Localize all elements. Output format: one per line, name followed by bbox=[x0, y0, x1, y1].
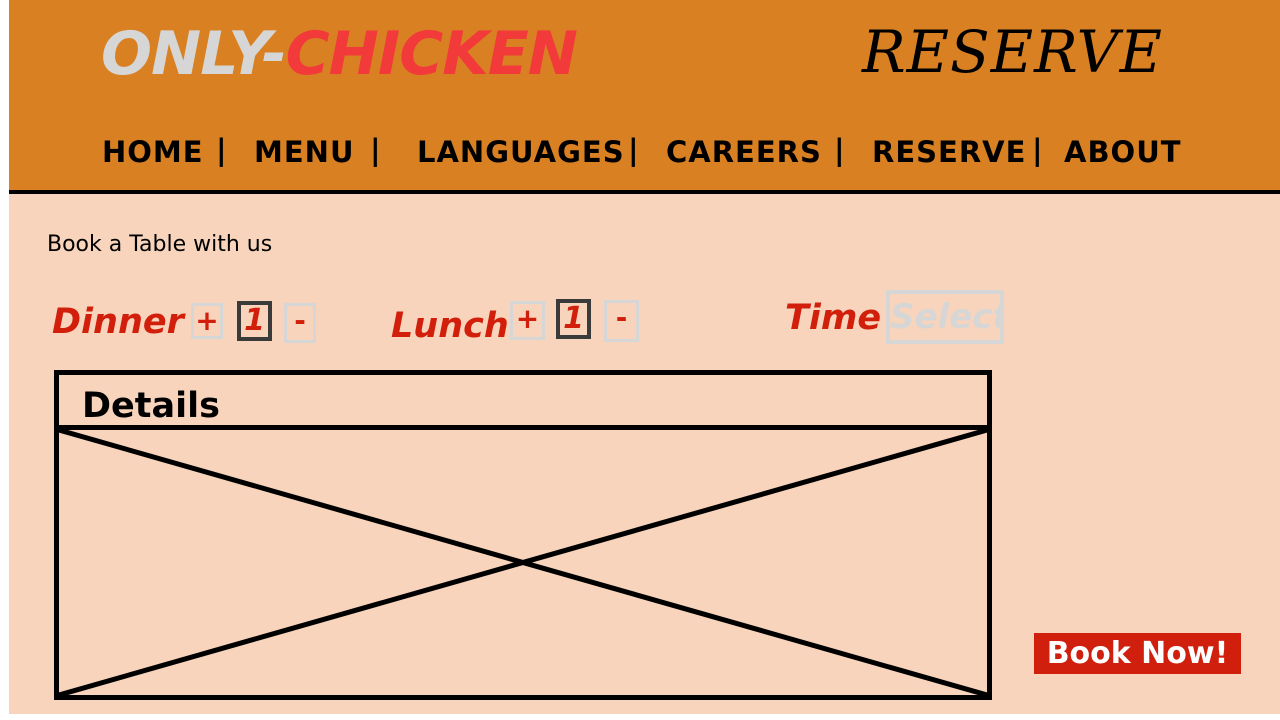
site-header: ONLY-CHICKEN RESERVE HOME | MENU | LANGU… bbox=[9, 0, 1280, 194]
nav-separator: | bbox=[628, 133, 639, 167]
lunch-increment-button[interactable]: + bbox=[510, 301, 545, 340]
nav-about[interactable]: ABOUT bbox=[1064, 132, 1182, 172]
main-nav: HOME | MENU | LANGUAGES | CAREERS | RESE… bbox=[9, 132, 1280, 172]
page-frame: ONLY-CHICKEN RESERVE HOME | MENU | LANGU… bbox=[9, 0, 1280, 714]
dinner-label: Dinner bbox=[52, 302, 184, 342]
details-panel: Details bbox=[54, 370, 992, 700]
nav-separator: | bbox=[370, 133, 381, 167]
details-title: Details bbox=[82, 386, 220, 426]
nav-separator: | bbox=[834, 133, 845, 167]
time-select[interactable]: Select bbox=[886, 290, 1004, 344]
dinner-decrement-button[interactable]: - bbox=[284, 303, 316, 343]
nav-languages[interactable]: LANGUAGES bbox=[417, 132, 625, 172]
time-label: Time bbox=[785, 298, 882, 338]
lunch-label: Lunch bbox=[391, 306, 509, 346]
nav-separator: | bbox=[216, 133, 227, 167]
brand-logo-part1: ONLY- bbox=[101, 19, 287, 89]
nav-separator: | bbox=[1032, 133, 1043, 167]
dinner-count[interactable]: 1 bbox=[237, 301, 272, 341]
brand-logo-part2: CHICKEN bbox=[285, 19, 578, 89]
image-placeholder-icon bbox=[59, 430, 987, 695]
booking-intro: Book a Table with us bbox=[47, 232, 273, 257]
lunch-count[interactable]: 1 bbox=[556, 299, 591, 339]
nav-careers[interactable]: CAREERS bbox=[666, 132, 822, 172]
nav-reserve[interactable]: RESERVE bbox=[872, 132, 1026, 172]
brand-logo[interactable]: ONLY-CHICKEN bbox=[101, 18, 578, 90]
lunch-decrement-button[interactable]: - bbox=[604, 300, 639, 342]
dinner-increment-button[interactable]: + bbox=[191, 303, 223, 339]
nav-menu[interactable]: MENU bbox=[254, 132, 355, 172]
page-title: RESERVE bbox=[862, 18, 1163, 86]
book-now-button[interactable]: Book Now! bbox=[1034, 633, 1241, 674]
nav-home[interactable]: HOME bbox=[102, 132, 204, 172]
